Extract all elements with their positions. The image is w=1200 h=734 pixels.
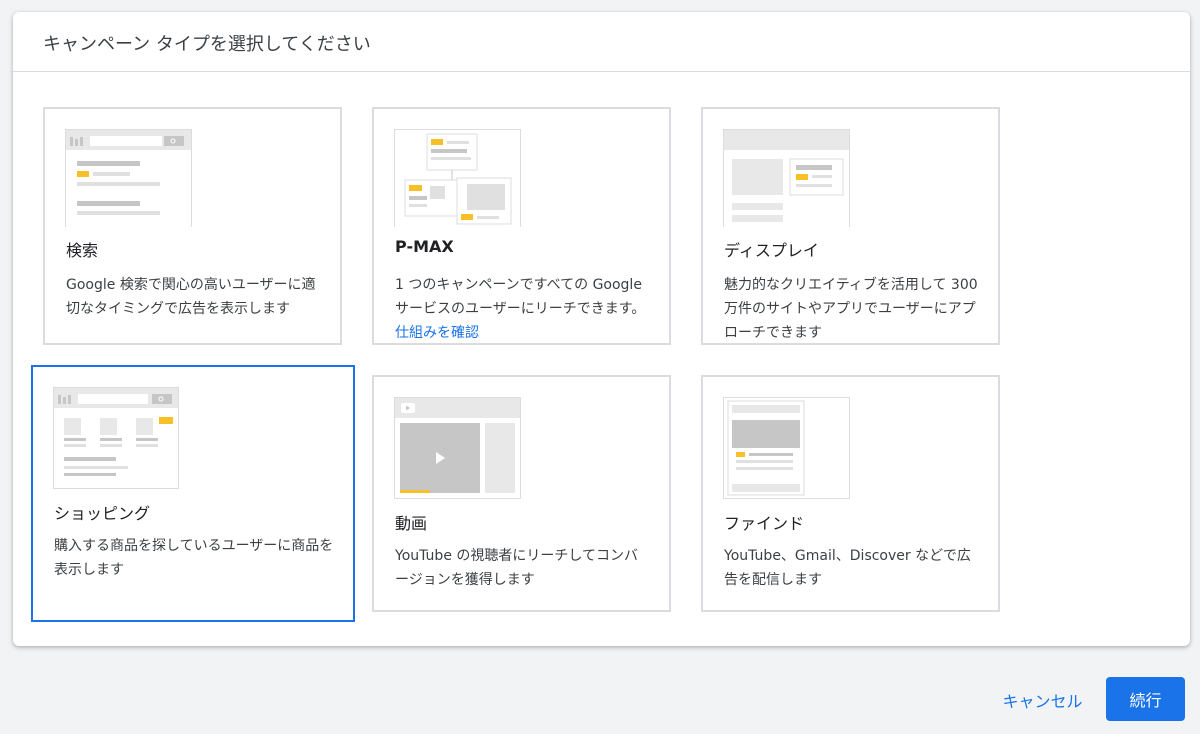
display-illustration [723, 129, 850, 227]
video-illustration [394, 397, 521, 499]
card-description-display: 魅力的なクリエイティブを活用して 300 万件のサイトやアプリでユーザーにアプロ… [724, 277, 978, 341]
card-title-shopping: ショッピング [54, 504, 151, 523]
campaign-card-pmax[interactable]: P-MAX 1 つのキャンペーンですべての Google サービスのユーザーにリ… [372, 107, 671, 345]
card-description-pmax-text: 1 つのキャンペーンですべての Google サービスのユーザーにリーチできます… [395, 277, 646, 317]
cancel-button[interactable]: キャンセル [990, 684, 1095, 716]
card-title-search: 検索 [66, 241, 99, 260]
campaign-card-video[interactable]: 動画 YouTube の視聴者にリーチしてコンバージョンを獲得します [372, 375, 671, 612]
continue-button[interactable]: 続行 [1106, 677, 1185, 721]
campaign-card-search[interactable]: 検索 Google 検索で関心の高いユーザーに適切なタイミングで広告を表示します [43, 107, 342, 345]
search-illustration [65, 129, 192, 227]
card-title-video: 動画 [395, 514, 428, 533]
card-title-discovery: ファインド [724, 514, 805, 533]
card-title-display: ディスプレイ [724, 241, 819, 260]
card-description-shopping: 購入する商品を探しているユーザーに商品を表示します [54, 538, 334, 578]
card-description-discovery: YouTube、Gmail、Discover などで広告を配信します [724, 548, 971, 588]
campaign-card-shopping[interactable]: ショッピング 購入する商品を探しているユーザーに商品を表示します [31, 365, 355, 622]
campaign-card-display[interactable]: ディスプレイ 魅力的なクリエイティブを活用して 300 万件のサイトやアプリでユ… [701, 107, 1000, 345]
shopping-illustration [53, 387, 179, 489]
card-description-video: YouTube の視聴者にリーチしてコンバージョンを獲得します [395, 548, 638, 588]
discovery-illustration [723, 397, 850, 499]
card-description-pmax: 1 つのキャンペーンですべての Google サービスのユーザーにリーチできます… [395, 273, 650, 345]
pmax-illustration [394, 129, 521, 227]
campaign-card-discovery[interactable]: ファインド YouTube、Gmail、Discover などで広告を配信します [701, 375, 1000, 612]
card-title-pmax: P-MAX [395, 237, 454, 256]
dialog-title: キャンペーン タイプを選択してください [43, 34, 371, 55]
card-description-search: Google 検索で関心の高いユーザーに適切なタイミングで広告を表示します [66, 277, 316, 317]
learn-more-link[interactable]: 仕組みを確認 [395, 325, 479, 341]
dialog-header: キャンペーン タイプを選択してください [13, 12, 1190, 72]
